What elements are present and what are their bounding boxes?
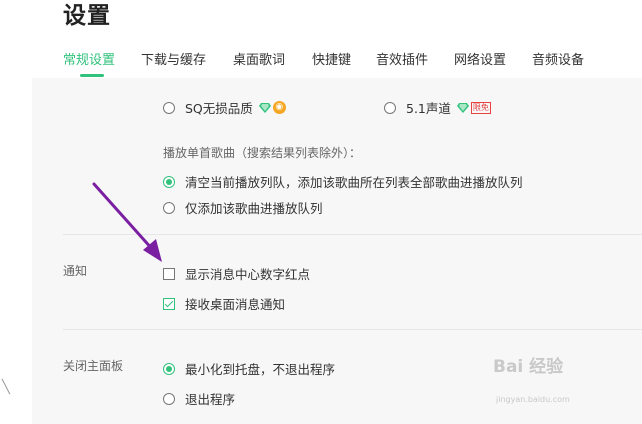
radio-button[interactable]	[163, 392, 175, 405]
chevron-icon[interactable]: ╲	[2, 380, 10, 395]
option-label: 退出程序	[185, 392, 236, 407]
option-label: 显示消息中心数字红点	[185, 267, 311, 282]
play-single-hint: 播放单首歌曲（搜索结果列表除外）：	[163, 146, 362, 160]
diamond-icon	[456, 102, 469, 113]
quality-sq-option[interactable]: SQ无损品质 ◉	[163, 98, 286, 117]
notification-red-dot-option[interactable]: 显示消息中心数字红点	[163, 264, 310, 283]
vip-icon: ◉	[272, 101, 286, 114]
watermark-url: jingyan.baidu.com	[496, 395, 570, 404]
option-label: 清空当前播放列队，添加该歌曲所在列表全部歌曲进播放队列	[185, 175, 523, 190]
radio-button[interactable]	[384, 101, 396, 114]
tab-download-cache[interactable]: 下载与缓存	[141, 49, 206, 68]
close-panel-exit-option[interactable]: 退出程序	[163, 389, 235, 408]
active-tab-indicator	[80, 74, 104, 77]
watermark-logo: Bai 经验	[493, 357, 564, 377]
tab-sound-effects[interactable]: 音效插件	[376, 49, 428, 68]
tab-shortcuts[interactable]: 快捷键	[312, 49, 351, 68]
option-label: 接收桌面消息通知	[185, 297, 286, 312]
radio-button[interactable]	[163, 201, 175, 214]
tab-audio-device[interactable]: 音频设备	[532, 49, 584, 68]
section-label-notification: 通知	[63, 264, 88, 278]
page-title: 设置	[63, 3, 111, 29]
radio-button[interactable]	[163, 362, 175, 375]
option-label: SQ无损品质	[185, 101, 253, 116]
section-divider	[63, 234, 642, 235]
play-single-option-add[interactable]: 仅添加该歌曲进播放队列	[163, 198, 323, 217]
checkbox[interactable]	[163, 297, 175, 310]
free-tag: 限免	[470, 101, 491, 114]
quality-51-option[interactable]: 5.1声道 限免	[384, 98, 491, 117]
radio-button[interactable]	[163, 101, 175, 114]
play-single-option-replace[interactable]: 清空当前播放列队，添加该歌曲所在列表全部歌曲进播放队列	[163, 172, 523, 191]
notification-desktop-option[interactable]: 接收桌面消息通知	[163, 294, 285, 313]
tab-desktop-lyrics[interactable]: 桌面歌词	[233, 49, 285, 68]
left-sidebar-edge	[0, 78, 32, 424]
radio-button[interactable]	[163, 175, 175, 188]
option-label: 5.1声道	[406, 101, 451, 116]
checkbox[interactable]	[163, 267, 175, 280]
option-label: 仅添加该歌曲进播放队列	[185, 201, 323, 216]
settings-header: 设置 常规设置 下载与缓存 桌面歌词 快捷键 音效插件 网络设置 音频设备	[0, 0, 642, 78]
section-divider	[63, 329, 642, 330]
tab-network[interactable]: 网络设置	[454, 49, 506, 68]
section-label-close-panel: 关闭主面板	[63, 359, 124, 373]
close-panel-minimize-option[interactable]: 最小化到托盘，不退出程序	[163, 359, 335, 378]
tab-general[interactable]: 常规设置	[63, 49, 115, 68]
diamond-icon	[258, 102, 271, 113]
option-label: 最小化到托盘，不退出程序	[185, 362, 336, 377]
